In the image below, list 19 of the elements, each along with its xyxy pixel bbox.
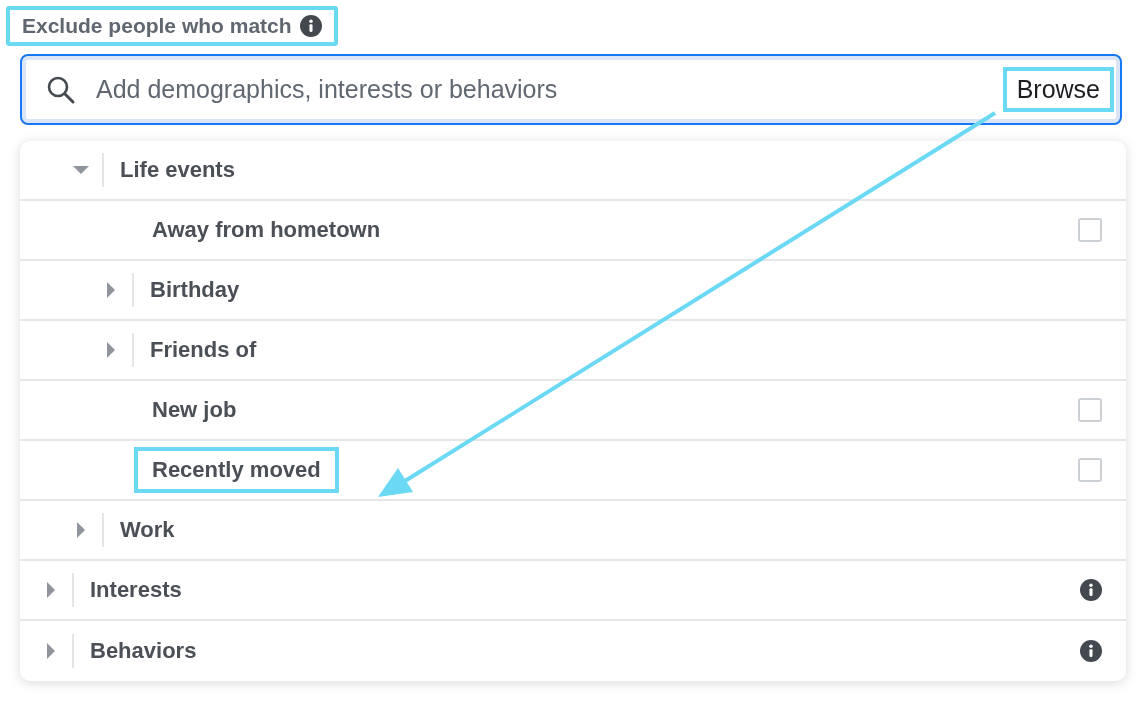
tree-item[interactable]: Friends of bbox=[132, 327, 275, 373]
tree-item[interactable]: New job bbox=[134, 387, 255, 433]
tree-item[interactable]: Behaviors bbox=[72, 628, 215, 674]
info-icon[interactable] bbox=[299, 15, 322, 37]
tree-item[interactable]: Away from hometown bbox=[134, 207, 399, 253]
tree-item[interactable]: Recently moved bbox=[134, 447, 339, 493]
checkbox[interactable] bbox=[1078, 458, 1102, 482]
tree-item[interactable]: Birthday bbox=[132, 267, 258, 313]
info-icon[interactable] bbox=[1080, 579, 1102, 601]
tree-item[interactable]: Interests bbox=[72, 567, 200, 613]
checkbox[interactable] bbox=[1078, 398, 1102, 422]
tree-item[interactable]: Work bbox=[102, 507, 193, 553]
info-icon[interactable] bbox=[1080, 640, 1102, 662]
checkbox[interactable] bbox=[1078, 218, 1102, 242]
search-field[interactable]: Add demographics, interests or behaviors Browse bbox=[20, 54, 1122, 125]
browse-button[interactable]: Browse bbox=[1002, 67, 1114, 112]
search-icon bbox=[46, 74, 76, 105]
section-label: Exclude people who match bbox=[22, 14, 292, 38]
tree-item[interactable]: Life events bbox=[102, 147, 253, 193]
